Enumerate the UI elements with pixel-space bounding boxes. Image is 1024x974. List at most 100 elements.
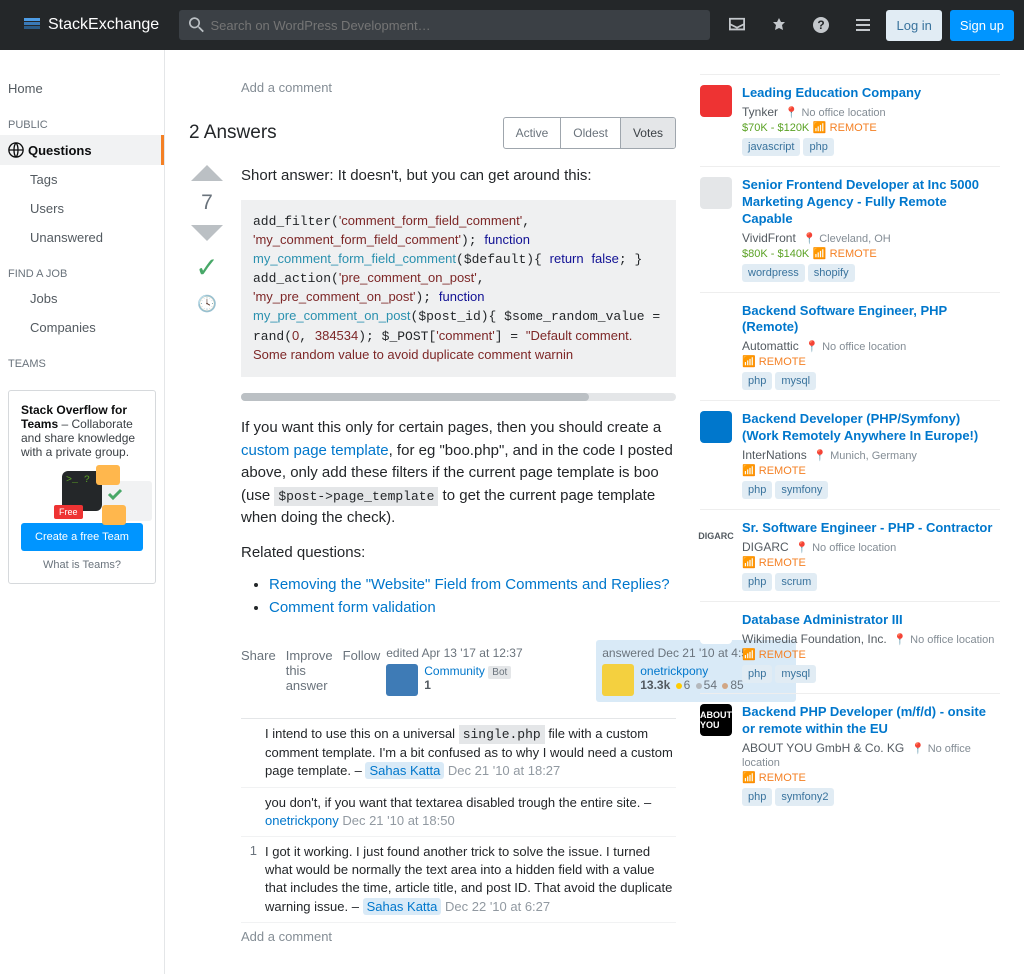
job-tag[interactable]: symfony: [775, 481, 828, 499]
related-link-1[interactable]: Removing the "Website" Field from Commen…: [269, 576, 670, 593]
comment: I intend to use this on a universal sing…: [241, 719, 676, 788]
globe-icon: [8, 142, 24, 158]
job-tag[interactable]: php: [742, 481, 772, 499]
job-tag[interactable]: javascript: [742, 138, 800, 156]
company-logo: [700, 85, 732, 117]
answer-sort-tabs: Active Oldest Votes: [503, 117, 676, 149]
nav-questions[interactable]: Questions: [0, 135, 164, 165]
jobs-sidebar: Leading Education Company Tynker 📍 No of…: [700, 74, 1000, 950]
add-comment-link[interactable]: Add a comment: [241, 74, 676, 101]
teams-card: Stack Overflow for Teams – Collaborate a…: [8, 390, 156, 584]
company-logo: [700, 303, 732, 335]
job-title-link[interactable]: Senior Frontend Developer at Inc 5000 Ma…: [742, 177, 979, 226]
job-tag[interactable]: php: [742, 573, 772, 591]
job-tag[interactable]: wordpress: [742, 264, 805, 282]
job-listing[interactable]: Database Administrator III Wikimedia Fou…: [700, 601, 1000, 693]
job-listing[interactable]: ABOUT YOU Backend PHP Developer (m/f/d) …: [700, 693, 1000, 816]
tab-active[interactable]: Active: [504, 118, 561, 148]
job-listing[interactable]: Backend Software Engineer, PHP (Remote) …: [700, 292, 1000, 401]
logo[interactable]: StackExchange: [10, 15, 171, 35]
avatar: [386, 664, 418, 696]
comment-user-link[interactable]: Sahas Katta: [363, 898, 442, 915]
comment-user-link[interactable]: Sahas Katta: [365, 762, 444, 779]
job-title-link[interactable]: Leading Education Company: [742, 85, 921, 100]
add-comment-link[interactable]: Add a comment: [241, 923, 676, 950]
job-listing[interactable]: Senior Frontend Developer at Inc 5000 Ma…: [700, 166, 1000, 292]
logo-text: StackExchange: [48, 16, 159, 34]
job-company: InterNations 📍 Munich, Germany: [742, 448, 1000, 462]
job-company: ABOUT YOU GmbH & Co. KG 📍 No office loca…: [742, 741, 1000, 769]
nav-home[interactable]: Home: [0, 74, 164, 103]
job-listing[interactable]: Leading Education Company Tynker 📍 No of…: [700, 74, 1000, 166]
job-tag[interactable]: php: [742, 372, 772, 390]
job-title-link[interactable]: Database Administrator III: [742, 612, 903, 627]
job-tag[interactable]: php: [803, 138, 833, 156]
avatar: [602, 664, 634, 696]
svg-text:?: ?: [818, 18, 825, 32]
what-is-teams-link[interactable]: What is Teams?: [21, 559, 143, 571]
signup-button[interactable]: Sign up: [950, 10, 1014, 41]
job-title-link[interactable]: Sr. Software Engineer - PHP - Contractor: [742, 520, 992, 535]
nav-unanswered[interactable]: Unanswered: [0, 223, 164, 252]
search-input[interactable]: [211, 18, 701, 33]
job-tag[interactable]: mysql: [775, 372, 816, 390]
nav-tags[interactable]: Tags: [0, 165, 164, 194]
job-title-link[interactable]: Backend Software Engineer, PHP (Remote): [742, 303, 947, 335]
company-logo: [700, 612, 732, 644]
downvote-button[interactable]: [191, 225, 223, 241]
nav-companies[interactable]: Companies: [0, 313, 164, 342]
job-title-link[interactable]: Backend Developer (PHP/Symfony) (Work Re…: [742, 411, 978, 443]
nav-users[interactable]: Users: [0, 194, 164, 223]
login-button[interactable]: Log in: [886, 10, 941, 41]
job-tag[interactable]: shopify: [808, 264, 855, 282]
nav-public-header: PUBLIC: [0, 103, 164, 135]
code-block: add_filter('comment_form_field_comment',…: [241, 200, 676, 378]
follow-link[interactable]: Follow: [343, 648, 381, 693]
improve-link[interactable]: Improve this answer: [286, 648, 333, 693]
comment: you don't, if you want that textarea dis…: [241, 788, 676, 837]
company-logo: DIGARC: [700, 520, 732, 552]
nav-jobs[interactable]: Jobs: [0, 284, 164, 313]
stackexchange-icon: [22, 15, 42, 35]
answers-count: 2 Answers: [189, 122, 277, 144]
job-listing[interactable]: Backend Developer (PHP/Symfony) (Work Re…: [700, 400, 1000, 509]
comment-user-link[interactable]: onetrickpony: [265, 813, 339, 828]
create-team-button[interactable]: Create a free Team: [21, 523, 143, 551]
related-link-2[interactable]: Comment form validation: [269, 599, 436, 616]
achievements-icon[interactable]: [760, 5, 798, 45]
job-listing[interactable]: DIGARC Sr. Software Engineer - PHP - Con…: [700, 509, 1000, 601]
job-company: Automattic 📍 No office location: [742, 339, 1000, 353]
nav-teams-header: TEAMS: [0, 342, 164, 374]
job-tag[interactable]: php: [742, 788, 772, 806]
post-menu: Share Improve this answer Follow: [241, 648, 380, 693]
help-icon[interactable]: ?: [802, 5, 840, 45]
teams-illustration: >_ ? Free: [21, 471, 143, 511]
inbox-icon[interactable]: [718, 5, 756, 45]
timeline-icon[interactable]: 🕓: [197, 294, 217, 314]
upvote-button[interactable]: [191, 165, 223, 181]
tab-oldest[interactable]: Oldest: [560, 118, 620, 148]
job-company: DIGARC 📍 No office location: [742, 540, 1000, 554]
custom-page-template-link[interactable]: custom page template: [241, 442, 389, 459]
code-scrollbar[interactable]: [241, 393, 676, 401]
job-tag[interactable]: php: [742, 665, 772, 683]
job-tag[interactable]: symfony2: [775, 788, 834, 806]
nav-findjob-header: FIND A JOB: [0, 252, 164, 284]
tab-votes[interactable]: Votes: [620, 118, 675, 148]
answerer-link[interactable]: onetrickpony: [640, 664, 708, 678]
search-icon: [189, 17, 204, 33]
site-switcher-icon[interactable]: [844, 5, 882, 45]
job-tag[interactable]: mysql: [775, 665, 816, 683]
job-company: Wikimedia Foundation, Inc. 📍 No office l…: [742, 632, 1000, 646]
job-title-link[interactable]: Backend PHP Developer (m/f/d) - onsite o…: [742, 704, 986, 736]
comments-list: I intend to use this on a universal sing…: [241, 718, 676, 923]
company-logo: [700, 411, 732, 443]
job-tag[interactable]: scrum: [775, 573, 817, 591]
editor-link[interactable]: Community: [424, 664, 485, 678]
comment: 1 I got it working. I just found another…: [241, 837, 676, 923]
answer-intro: Short answer: It doesn't, but you can ge…: [241, 165, 676, 188]
share-link[interactable]: Share: [241, 648, 276, 693]
accepted-check-icon: ✓: [195, 251, 218, 284]
vote-count: 7: [201, 191, 213, 215]
search-box[interactable]: [179, 10, 710, 40]
